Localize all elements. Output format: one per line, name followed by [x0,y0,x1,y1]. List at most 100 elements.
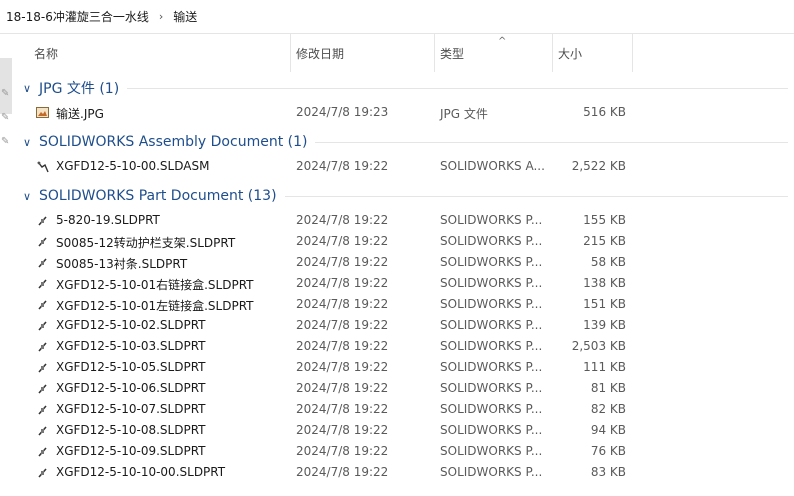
file-date: 2024/7/8 19:22 [296,465,389,479]
group-divider [284,195,788,197]
file-row[interactable]: XGFD12-5-10-03.SLDPRT 2024/7/8 19:22 SOLID… [14,336,794,357]
file-row[interactable]: S0085-12转动护栏支架.SLDPRT 2024/7/8 19:22 SOLID… [14,231,794,252]
file-date: 2024/7/8 19:22 [296,381,389,395]
chevron-down-icon[interactable]: ∨ [23,136,33,149]
chevron-right-icon[interactable]: › [159,10,163,23]
file-type: SOLIDWORKS A... [440,159,545,173]
part-icon [36,403,49,416]
file-type: SOLIDWORKS P... [440,360,543,374]
file-type: SOLIDWORKS P... [440,213,543,227]
file-row[interactable]: XGFD12-5-10-10-00.SLDPRT 2024/7/8 19:22 SO… [14,462,794,483]
file-name: XGFD12-5-10-00.SLDASM [56,159,210,173]
file-size: 155 KB [583,213,626,227]
breadcrumb-item-current-folder[interactable]: 输送 [173,8,197,25]
file-row[interactable]: XGFD12-5-10-01右链接盒.SLDPRT 2024/7/8 19:22 S… [14,273,794,294]
file-size: 81 KB [590,381,626,395]
file-row[interactable]: XGFD12-5-10-05.SLDPRT 2024/7/8 19:22 SOLID… [14,357,794,378]
chevron-down-icon[interactable]: ∨ [23,82,33,95]
file-size: 139 KB [583,318,626,332]
group-header[interactable]: ∨ SOLIDWORKS Assembly Document (1) [14,129,794,155]
file-size: 76 KB [590,444,626,458]
file-type: SOLIDWORKS P... [440,402,543,416]
file-row[interactable]: S0085-13衬条.SLDPRT 2024/7/8 19:22 SOLIDWORK… [14,252,794,273]
file-size: 151 KB [583,297,626,311]
file-row[interactable]: XGFD12-5-10-00.SLDASM 2024/7/8 19:22 SOLID… [14,156,794,177]
file-size: 111 KB [583,360,626,374]
part-icon [36,466,49,479]
file-row[interactable]: XGFD12-5-10-07.SLDPRT 2024/7/8 19:22 SOLID… [14,399,794,420]
sort-ascending-icon: ^ [498,36,507,47]
image-icon [36,106,49,119]
file-date: 2024/7/8 19:22 [296,276,389,290]
file-type: JPG 文件 [440,107,488,121]
file-type: SOLIDWORKS P... [440,444,543,458]
file-name: 5-820-19.SLDPRT [56,213,160,227]
column-header-name[interactable]: 名称 [34,34,292,72]
file-date: 2024/7/8 19:22 [296,339,389,353]
file-name: S0085-13衬条.SLDPRT [56,257,188,271]
file-row[interactable]: XGFD12-5-10-09.SLDPRT 2024/7/8 19:22 SOLID… [14,441,794,462]
part-icon [36,298,49,311]
chevron-down-icon[interactable]: ∨ [23,190,33,203]
file-name: XGFD12-5-10-02.SLDPRT [56,318,206,332]
file-name: XGFD12-5-10-10-00.SLDPRT [56,465,226,479]
file-size: 58 KB [590,255,626,269]
column-header-type-label: 类型 [440,46,465,61]
file-type: SOLIDWORKS P... [440,465,543,479]
file-type: SOLIDWORKS P... [440,318,543,332]
file-date: 2024/7/8 19:22 [296,444,389,458]
file-size: 2,503 KB [571,339,626,353]
part-icon [36,361,49,374]
pin-icon[interactable]: ✎ [1,88,12,99]
part-icon [36,214,49,227]
file-name: 输送.JPG [56,107,104,121]
file-name: XGFD12-5-10-06.SLDPRT [56,381,206,395]
file-row[interactable]: XGFD12-5-10-01左链接盒.SLDPRT 2024/7/8 19:22 S… [14,294,794,315]
file-size: 82 KB [590,402,626,416]
group-divider [315,141,788,143]
file-type: SOLIDWORKS P... [440,234,543,248]
group-header[interactable]: ∨ JPG 文件 (1) [14,75,794,101]
file-size: 215 KB [583,234,626,248]
file-size: 94 KB [590,423,626,437]
file-size: 2,522 KB [571,159,626,173]
file-type: SOLIDWORKS P... [440,381,543,395]
file-type: SOLIDWORKS P... [440,276,543,290]
file-date: 2024/7/8 19:22 [296,213,389,227]
file-date: 2024/7/8 19:22 [296,360,389,374]
file-type: SOLIDWORKS P... [440,297,543,311]
part-icon [36,340,49,353]
part-icon [36,319,49,332]
file-type: SOLIDWORKS P... [440,339,543,353]
group-title: SOLIDWORKS Part Document (13) [39,188,277,204]
group-header[interactable]: ∨ SOLIDWORKS Part Document (13) [14,183,794,209]
file-type: SOLIDWORKS P... [440,255,543,269]
pin-icon[interactable]: ✎ [1,136,12,147]
file-name: XGFD12-5-10-07.SLDPRT [56,402,206,416]
file-name: XGFD12-5-10-09.SLDPRT [56,444,206,458]
file-row[interactable]: XGFD12-5-10-06.SLDPRT 2024/7/8 19:22 SOLID… [14,378,794,399]
column-header-date[interactable]: 修改日期 [290,34,434,72]
breadcrumb: 18-18-6冲灌旋三合一水线 › 输送 [0,0,794,34]
file-date: 2024/7/8 19:22 [296,402,389,416]
file-row[interactable]: XGFD12-5-10-02.SLDPRT 2024/7/8 19:22 SOLID… [14,315,794,336]
pin-icon[interactable]: ✎ [1,112,12,123]
file-row[interactable]: XGFD12-5-10-08.SLDPRT 2024/7/8 19:22 SOLID… [14,420,794,441]
breadcrumb-item-parent-folder[interactable]: 18-18-6冲灌旋三合一水线 [6,8,149,25]
file-name: XGFD12-5-10-08.SLDPRT [56,423,206,437]
part-icon [36,382,49,395]
column-header-size[interactable]: 大小 [552,34,632,72]
assembly-icon [36,160,49,173]
group-divider [127,87,788,89]
file-date: 2024/7/8 19:22 [296,234,389,248]
file-row[interactable]: 输送.JPG 2024/7/8 19:23 JPG 文件 516 KB [14,102,794,123]
file-size: 83 KB [590,465,626,479]
file-row[interactable]: 5-820-19.SLDPRT 2024/7/8 19:22 SOLIDWORKS … [14,210,794,231]
column-header-row: 名称 修改日期 类型 ^ 大小 [14,34,794,72]
scrollbar-thumb[interactable] [0,58,12,114]
file-name: S0085-12转动护栏支架.SLDPRT [56,236,236,250]
file-name: XGFD12-5-10-05.SLDPRT [56,360,206,374]
column-header-type[interactable]: 类型 [434,34,552,72]
file-name: XGFD12-5-10-01左链接盒.SLDPRT [56,299,254,313]
part-icon [36,256,49,269]
